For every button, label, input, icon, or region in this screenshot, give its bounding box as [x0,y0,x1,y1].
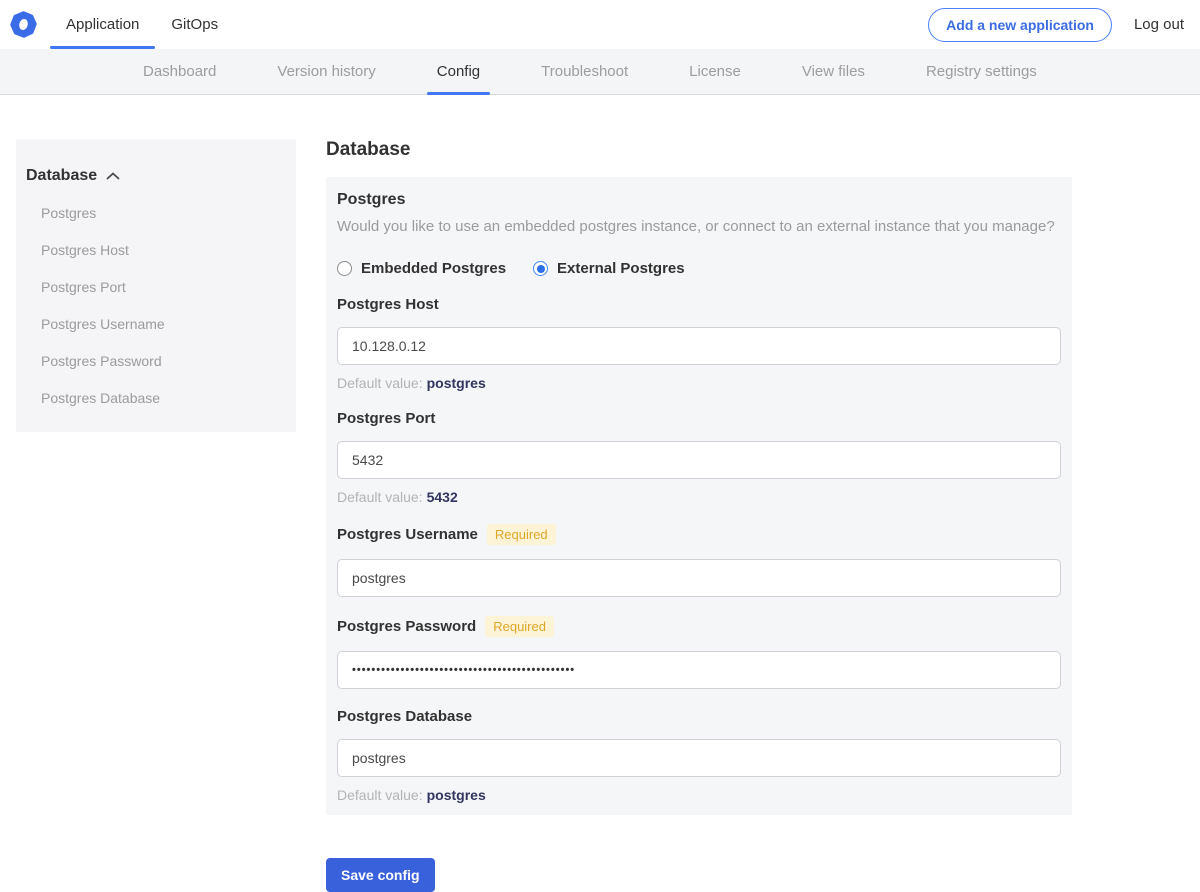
config-sidebar: Database Postgres Postgres Host Postgres… [16,139,296,432]
app-logo-icon [10,11,37,38]
radio-checked-icon [533,261,549,276]
app-sub-nav: Dashboard Version history Config Trouble… [0,49,1200,95]
add-application-button[interactable]: Add a new application [928,7,1112,42]
sidebar-item-postgres-password[interactable]: Postgres Password [26,353,280,369]
sidebar-item-postgres-username[interactable]: Postgres Username [26,316,280,332]
radio-embedded-postgres-label: Embedded Postgres [361,260,507,277]
top-nav: Application GitOps Add a new application… [0,0,1200,49]
field-label: Postgres Host [337,296,1061,313]
tab-application[interactable]: Application [50,0,156,49]
required-badge: Required [485,616,554,637]
field-postgres-username: Postgres Username Required [337,524,1061,597]
postgres-mode-radio-group: Embedded Postgres External Postgres [337,260,1061,277]
subnav-tab-view-files[interactable]: View files [792,49,875,94]
default-value-text: 5432 [426,489,458,505]
sidebar-item-postgres[interactable]: Postgres [26,205,280,221]
subnav-tab-license[interactable]: License [679,49,751,94]
config-main: Database Postgres Would you like to use … [326,139,1072,892]
sidebar-item-postgres-database[interactable]: Postgres Database [26,390,280,406]
default-value-line: Default value: postgres [337,787,1061,803]
field-label-text: Postgres Password [337,618,477,635]
default-value-prefix: Default value: [337,375,423,391]
field-label-text: Postgres Host [337,296,439,313]
subnav-tab-registry-settings[interactable]: Registry settings [916,49,1047,94]
sidebar-item-postgres-port[interactable]: Postgres Port [26,279,280,295]
default-value-prefix: Default value: [337,787,423,803]
subnav-tab-dashboard[interactable]: Dashboard [133,49,226,94]
top-nav-right: Add a new application Log out [928,7,1200,42]
field-postgres-port: Postgres Port Default value:5432 [337,410,1061,505]
postgres-host-input[interactable] [337,327,1061,365]
config-group-title: Postgres [337,191,406,208]
default-value-prefix: Default value: [337,489,423,505]
config-group-description: Would you like to use an embedded postgr… [337,218,1055,235]
subnav-tab-version-history[interactable]: Version history [267,49,385,94]
content-area: Database Postgres Postgres Host Postgres… [0,95,1200,892]
subnav-tab-config[interactable]: Config [426,49,491,95]
field-postgres-host: Postgres Host Default value:postgres [337,296,1061,391]
config-group-card: Postgres Would you like to use an embedd… [326,177,1072,815]
chevron-up-icon [106,172,120,180]
default-value-text: postgres [426,375,486,391]
sidebar-item-list: Postgres Postgres Host Postgres Port Pos… [26,205,280,406]
page-title: Database [326,139,411,160]
field-postgres-database: Postgres Database Default value:postgres [337,708,1061,803]
logout-link[interactable]: Log out [1134,16,1184,33]
radio-unchecked-icon [337,261,352,276]
default-value-text: postgres [426,787,486,803]
postgres-database-input[interactable] [337,739,1061,777]
field-postgres-password: Postgres Password Required [337,616,1061,689]
field-label-text: Postgres Port [337,410,436,427]
top-nav-tabs: Application GitOps [50,0,234,49]
required-badge: Required [486,524,556,545]
field-label: Postgres Password Required [337,616,1061,637]
save-config-button[interactable]: Save config [326,858,435,892]
default-value-line: Default value: postgres [337,375,1061,391]
radio-external-postgres-label: External Postgres [557,260,685,277]
postgres-port-input[interactable] [337,441,1061,479]
radio-embedded-postgres[interactable]: Embedded Postgres [337,260,506,277]
field-label-text: Postgres Username [337,526,478,543]
radio-external-postgres[interactable]: External Postgres [533,260,685,277]
default-value-line: Default value: 5432 [337,489,1061,505]
field-label: Postgres Port [337,410,1061,427]
admin-console-page: Application GitOps Add a new application… [0,0,1200,892]
field-label: Postgres Database [337,708,1061,725]
sidebar-group-label: Database [26,167,98,184]
sidebar-item-postgres-host[interactable]: Postgres Host [26,242,280,258]
sidebar-group-database[interactable]: Database [26,167,280,185]
field-label: Postgres Username Required [337,524,1061,545]
postgres-password-input[interactable] [337,651,1061,689]
tab-gitops[interactable]: GitOps [155,0,234,49]
subnav-tab-troubleshoot[interactable]: Troubleshoot [531,49,638,94]
field-label-text: Postgres Database [337,708,473,725]
postgres-username-input[interactable] [337,559,1061,597]
